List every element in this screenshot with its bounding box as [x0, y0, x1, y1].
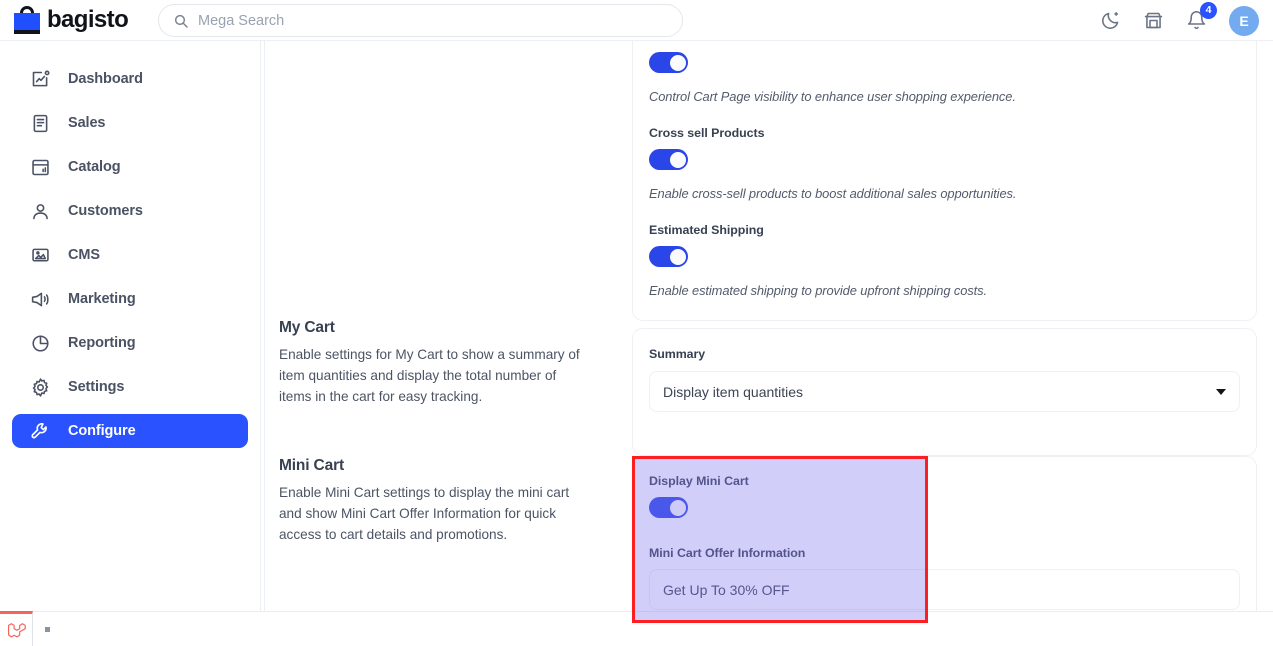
- sidebar-item-label: Marketing: [68, 291, 136, 307]
- app-root: bagisto: [0, 0, 1273, 646]
- cross-sell-help: Enable cross-sell products to boost addi…: [649, 186, 1240, 201]
- marketing-icon: [30, 289, 51, 310]
- sidebar-item-catalog[interactable]: Catalog: [12, 150, 248, 184]
- bottom-divider: [0, 611, 1273, 612]
- cross-sell-toggle[interactable]: [649, 149, 688, 170]
- mini-cart-title: Mini Cart: [279, 457, 591, 475]
- my-cart-card: Summary Display item quantities: [632, 328, 1257, 456]
- sidebar-item-label: Sales: [68, 115, 105, 131]
- catalog-icon: [30, 157, 51, 178]
- top-header: bagisto: [0, 0, 1273, 41]
- summary-label: Summary: [649, 347, 1240, 361]
- search-input[interactable]: [198, 5, 668, 36]
- cross-sell-label: Cross sell Products: [649, 126, 1240, 140]
- mini-cart-offer-input[interactable]: [649, 569, 1240, 610]
- cart-page-help: Control Cart Page visibility to enhance …: [649, 89, 1240, 104]
- search-bar[interactable]: [158, 4, 683, 37]
- sidebar-item-reporting[interactable]: Reporting: [12, 326, 248, 360]
- sidebar: Dashboard Sales Catalog Customers: [0, 41, 261, 611]
- mini-cart-card: Display Mini Cart Mini Cart Offer Inform…: [632, 456, 1257, 611]
- notifications-button[interactable]: 4: [1186, 10, 1207, 31]
- header-actions: 4 E: [1100, 0, 1259, 41]
- main-content: Control Cart Page visibility to enhance …: [265, 41, 1273, 611]
- sidebar-item-label: Configure: [68, 423, 136, 439]
- reporting-icon: [30, 333, 51, 354]
- sidebar-item-label: Settings: [68, 379, 124, 395]
- sidebar-item-settings[interactable]: Settings: [12, 370, 248, 404]
- sales-icon: [30, 113, 51, 134]
- laravel-icon: [7, 621, 26, 640]
- sidebar-item-marketing[interactable]: Marketing: [12, 282, 248, 316]
- sidebar-item-cms[interactable]: CMS: [12, 238, 248, 272]
- brand-logo[interactable]: bagisto: [14, 6, 142, 34]
- sidebar-item-label: Dashboard: [68, 71, 143, 87]
- display-mini-cart-toggle[interactable]: [649, 497, 688, 518]
- display-mini-cart-label: Display Mini Cart: [649, 474, 1240, 488]
- settings-icon: [30, 377, 51, 398]
- cart-page-card: Control Cart Page visibility to enhance …: [632, 41, 1257, 321]
- dashboard-icon: [30, 69, 51, 90]
- estimated-shipping-help: Enable estimated shipping to provide upf…: [649, 283, 1240, 298]
- configure-icon: [30, 421, 51, 442]
- mini-cart-offer-label: Mini Cart Offer Information: [649, 546, 1240, 560]
- debugbar-handle[interactable]: [45, 627, 50, 632]
- shopping-bag-icon: [14, 6, 40, 34]
- sidebar-item-configure[interactable]: Configure: [12, 414, 248, 448]
- store-icon[interactable]: [1143, 10, 1164, 31]
- chevron-down-icon: [1216, 389, 1226, 395]
- summary-select-value: Display item quantities: [663, 384, 803, 400]
- estimated-shipping-label: Estimated Shipping: [649, 223, 1240, 237]
- debugbar[interactable]: [0, 611, 33, 646]
- mini-cart-description: Enable Mini Cart settings to display the…: [279, 482, 591, 545]
- sidebar-item-dashboard[interactable]: Dashboard: [12, 62, 248, 96]
- cart-page-toggle[interactable]: [649, 52, 688, 73]
- my-cart-title: My Cart: [279, 319, 591, 337]
- sidebar-item-sales[interactable]: Sales: [12, 106, 248, 140]
- estimated-shipping-toggle[interactable]: [649, 246, 688, 267]
- sidebar-item-label: CMS: [68, 247, 100, 263]
- sidebar-item-label: Customers: [68, 203, 143, 219]
- my-cart-description: Enable settings for My Cart to show a su…: [279, 344, 591, 407]
- notification-badge: 4: [1200, 2, 1217, 19]
- customers-icon: [30, 201, 51, 222]
- my-cart-section: My Cart Enable settings for My Cart to s…: [279, 319, 591, 407]
- sidebar-item-label: Reporting: [68, 335, 136, 351]
- brand-name: bagisto: [47, 6, 128, 34]
- cms-icon: [30, 245, 51, 266]
- summary-select[interactable]: Display item quantities: [649, 371, 1240, 412]
- search-icon: [173, 13, 189, 29]
- moon-icon[interactable]: [1100, 10, 1121, 31]
- avatar[interactable]: E: [1229, 6, 1259, 36]
- mini-cart-section: Mini Cart Enable Mini Cart settings to d…: [279, 457, 591, 545]
- sidebar-item-label: Catalog: [68, 159, 120, 175]
- sidebar-item-customers[interactable]: Customers: [12, 194, 248, 228]
